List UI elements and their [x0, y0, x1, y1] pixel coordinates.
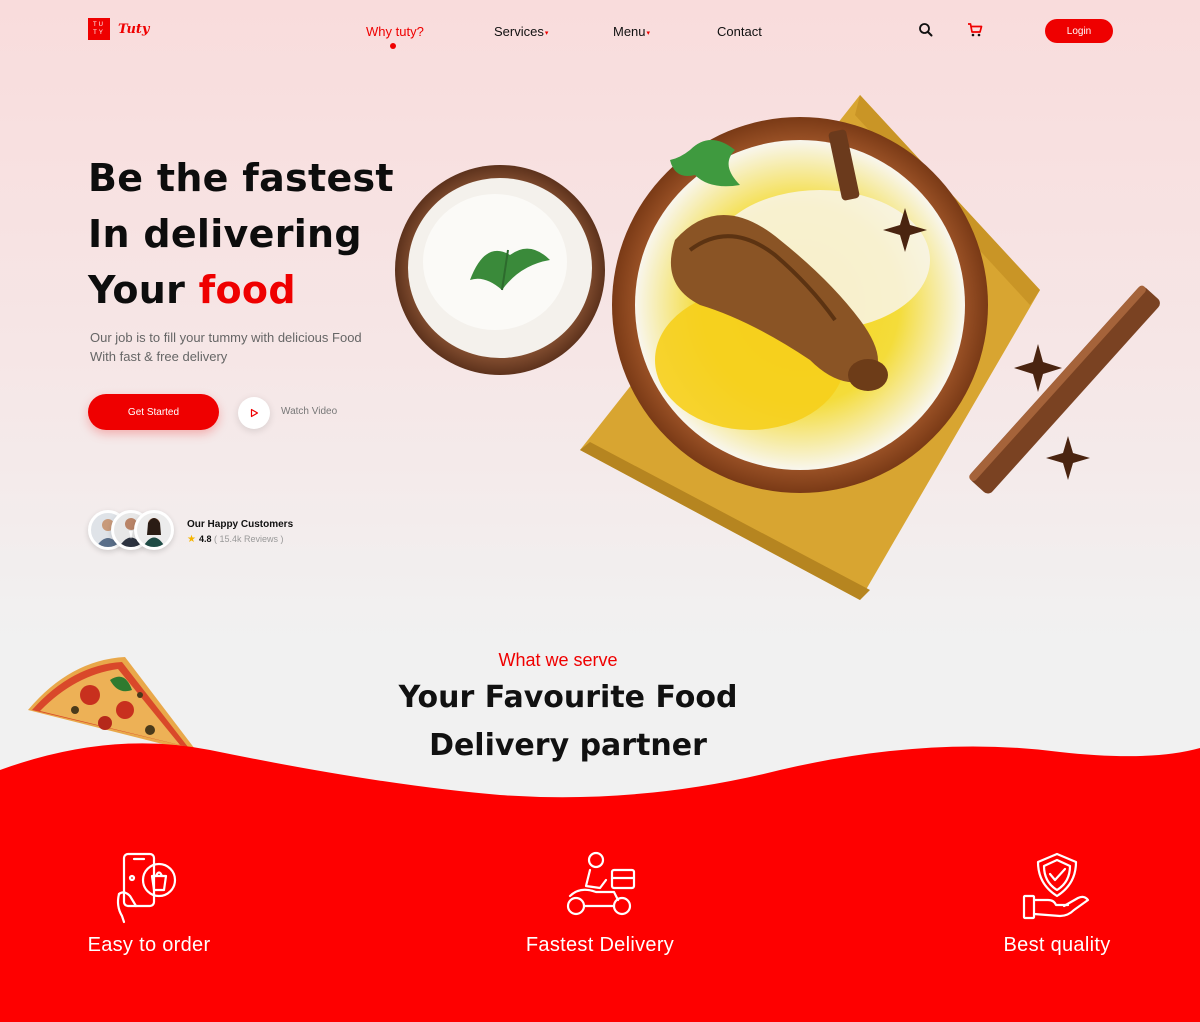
section-eyebrow: What we serve	[498, 650, 618, 670]
headline-accent: food	[198, 268, 296, 312]
feature-best-quality: Best quality	[957, 850, 1157, 957]
feature-label: Best quality	[1003, 934, 1111, 956]
nav-item-services[interactable]: Services▾	[494, 24, 548, 39]
customers-rating: ★ 4.8 ( 15.4k Reviews )	[187, 534, 284, 545]
delivery-scooter-icon	[566, 851, 636, 916]
biryani-food-image	[395, 95, 1160, 600]
feature-fastest-delivery: Fastest Delivery	[500, 850, 700, 957]
active-nav-indicator	[390, 43, 396, 49]
hero-subtext: Our job is to fill your tummy with delic…	[90, 330, 362, 364]
star-icon: ★	[187, 534, 196, 545]
headline-line-3: Your food	[88, 268, 296, 312]
feature-label: Fastest Delivery	[525, 934, 675, 956]
main-nav: Why tuty? Services▾ Menu▾ Contact	[0, 24, 1200, 44]
play-icon	[250, 408, 259, 418]
avatar	[134, 510, 174, 550]
login-button[interactable]: Login	[1045, 19, 1113, 43]
headline-line-2: In delivering	[88, 212, 362, 256]
feature-easy-to-order: Easy to order	[49, 850, 249, 957]
chevron-down-icon: ▾	[544, 30, 549, 37]
chevron-down-icon: ▾	[646, 30, 651, 37]
phone-shopping-icon	[116, 852, 177, 924]
nav-item-menu[interactable]: Menu▾	[613, 24, 650, 39]
watch-video-link[interactable]: Watch Video	[281, 406, 337, 417]
play-video-button[interactable]	[238, 397, 270, 429]
get-started-button[interactable]: Get Started	[88, 394, 219, 430]
feature-label: Easy to order	[87, 934, 211, 956]
hero-headline: Be the fastest In delivering Your food	[88, 150, 394, 318]
reviews-count: ( 15.4k Reviews )	[214, 534, 284, 544]
nav-item-why-tuty[interactable]: Why tuty?	[366, 24, 424, 39]
quality-shield-icon	[1022, 852, 1090, 920]
cart-icon[interactable]	[967, 22, 983, 38]
headline-line-1: Be the fastest	[88, 156, 394, 200]
nav-item-contact[interactable]: Contact	[717, 24, 762, 39]
customers-title: Our Happy Customers	[187, 519, 294, 530]
search-icon[interactable]	[918, 22, 934, 38]
